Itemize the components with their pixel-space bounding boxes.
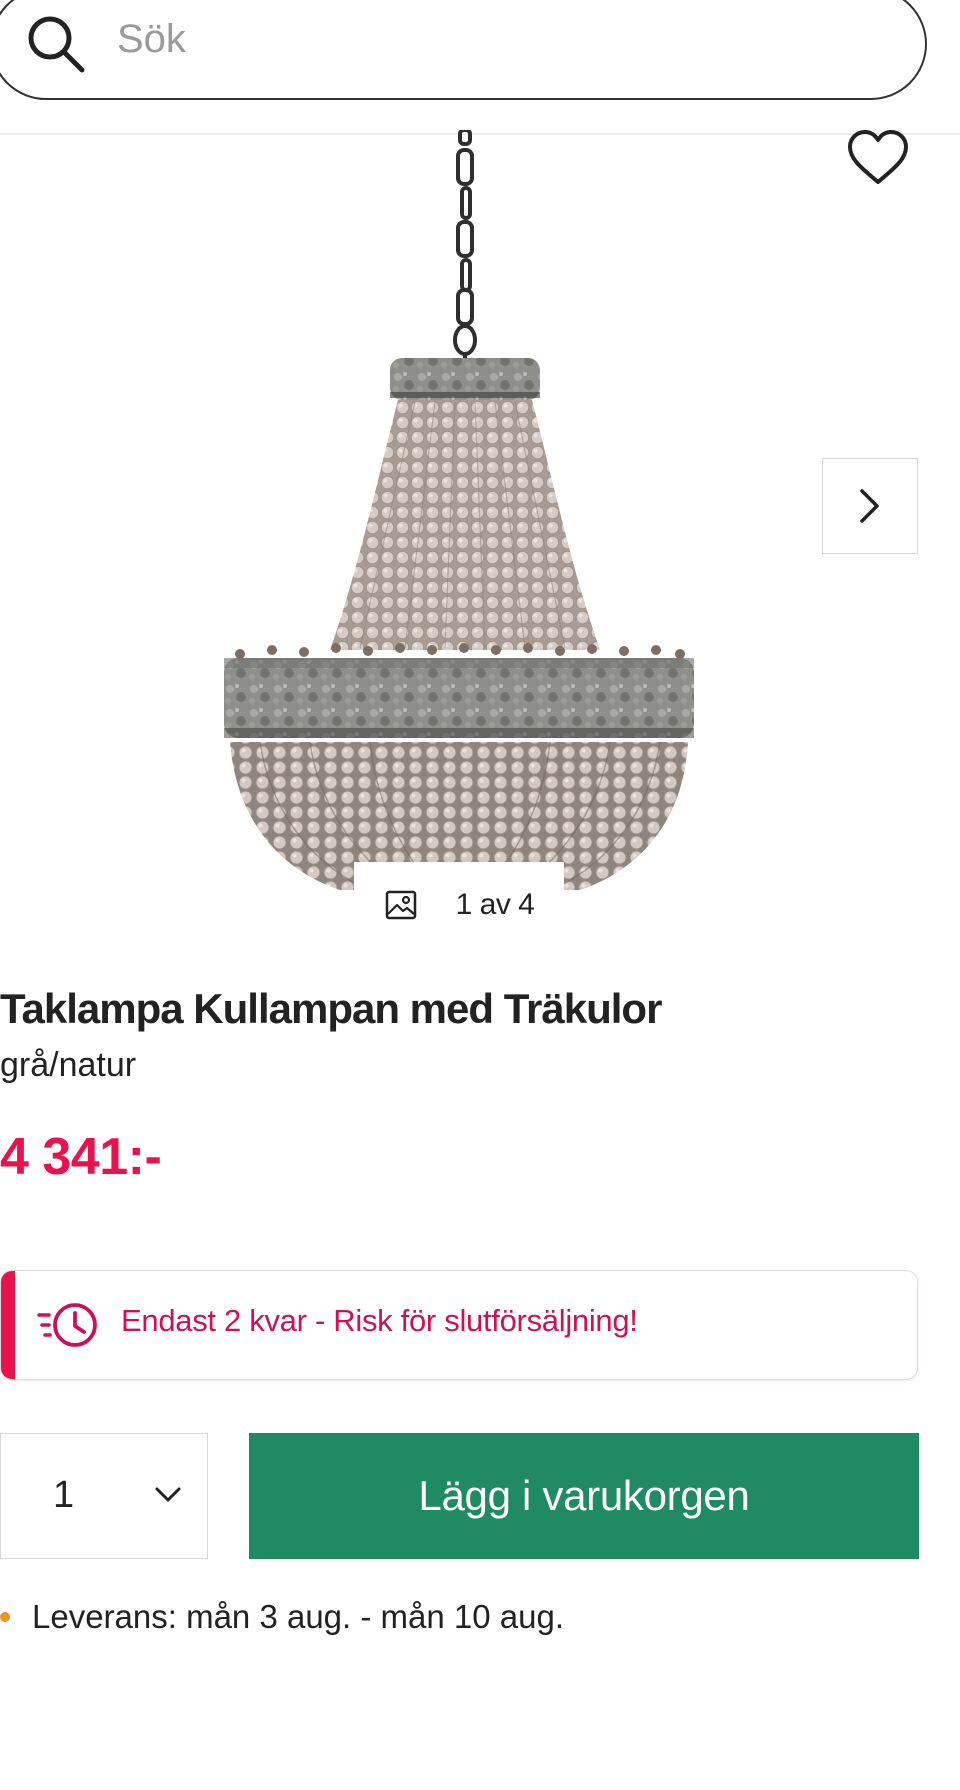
stock-alert: Endast 2 kvar - Risk för slutförsäljning… <box>0 1270 918 1380</box>
image-counter-text: 1 av 4 <box>455 888 535 921</box>
quantity-value: 1 <box>53 1474 75 1516</box>
stock-alert-accent-bar <box>1 1271 15 1379</box>
image-counter[interactable]: 1 av 4 <box>354 862 564 948</box>
product-image[interactable] <box>200 130 720 910</box>
delivery-status-dot <box>0 1612 10 1622</box>
stock-alert-text: Endast 2 kvar - Risk för slutförsäljning… <box>121 1303 638 1338</box>
search-input[interactable] <box>117 14 877 64</box>
delivery-info: Leverans: mån 3 aug. - mån 10 aug. <box>0 1598 564 1636</box>
chevron-down-icon <box>155 1487 181 1502</box>
image-icon <box>385 890 416 920</box>
search-icon <box>28 16 85 73</box>
heart-icon <box>848 130 908 184</box>
product-price: 4 341:- <box>0 1128 162 1186</box>
product-title: Taklampa Kullampan med Träkulor <box>0 985 662 1032</box>
next-image-button[interactable] <box>822 458 918 554</box>
chevron-right-icon <box>860 489 879 523</box>
product-variant: grå/natur <box>0 1046 137 1084</box>
delivery-text: Leverans: mån 3 aug. - mån 10 aug. <box>32 1598 564 1635</box>
wishlist-button[interactable] <box>838 130 918 192</box>
search-bar[interactable] <box>0 0 927 100</box>
add-to-cart-button[interactable]: Lägg i varukorgen <box>249 1433 919 1559</box>
quantity-select[interactable]: 1 <box>0 1433 208 1559</box>
clock-icon <box>37 1303 97 1347</box>
